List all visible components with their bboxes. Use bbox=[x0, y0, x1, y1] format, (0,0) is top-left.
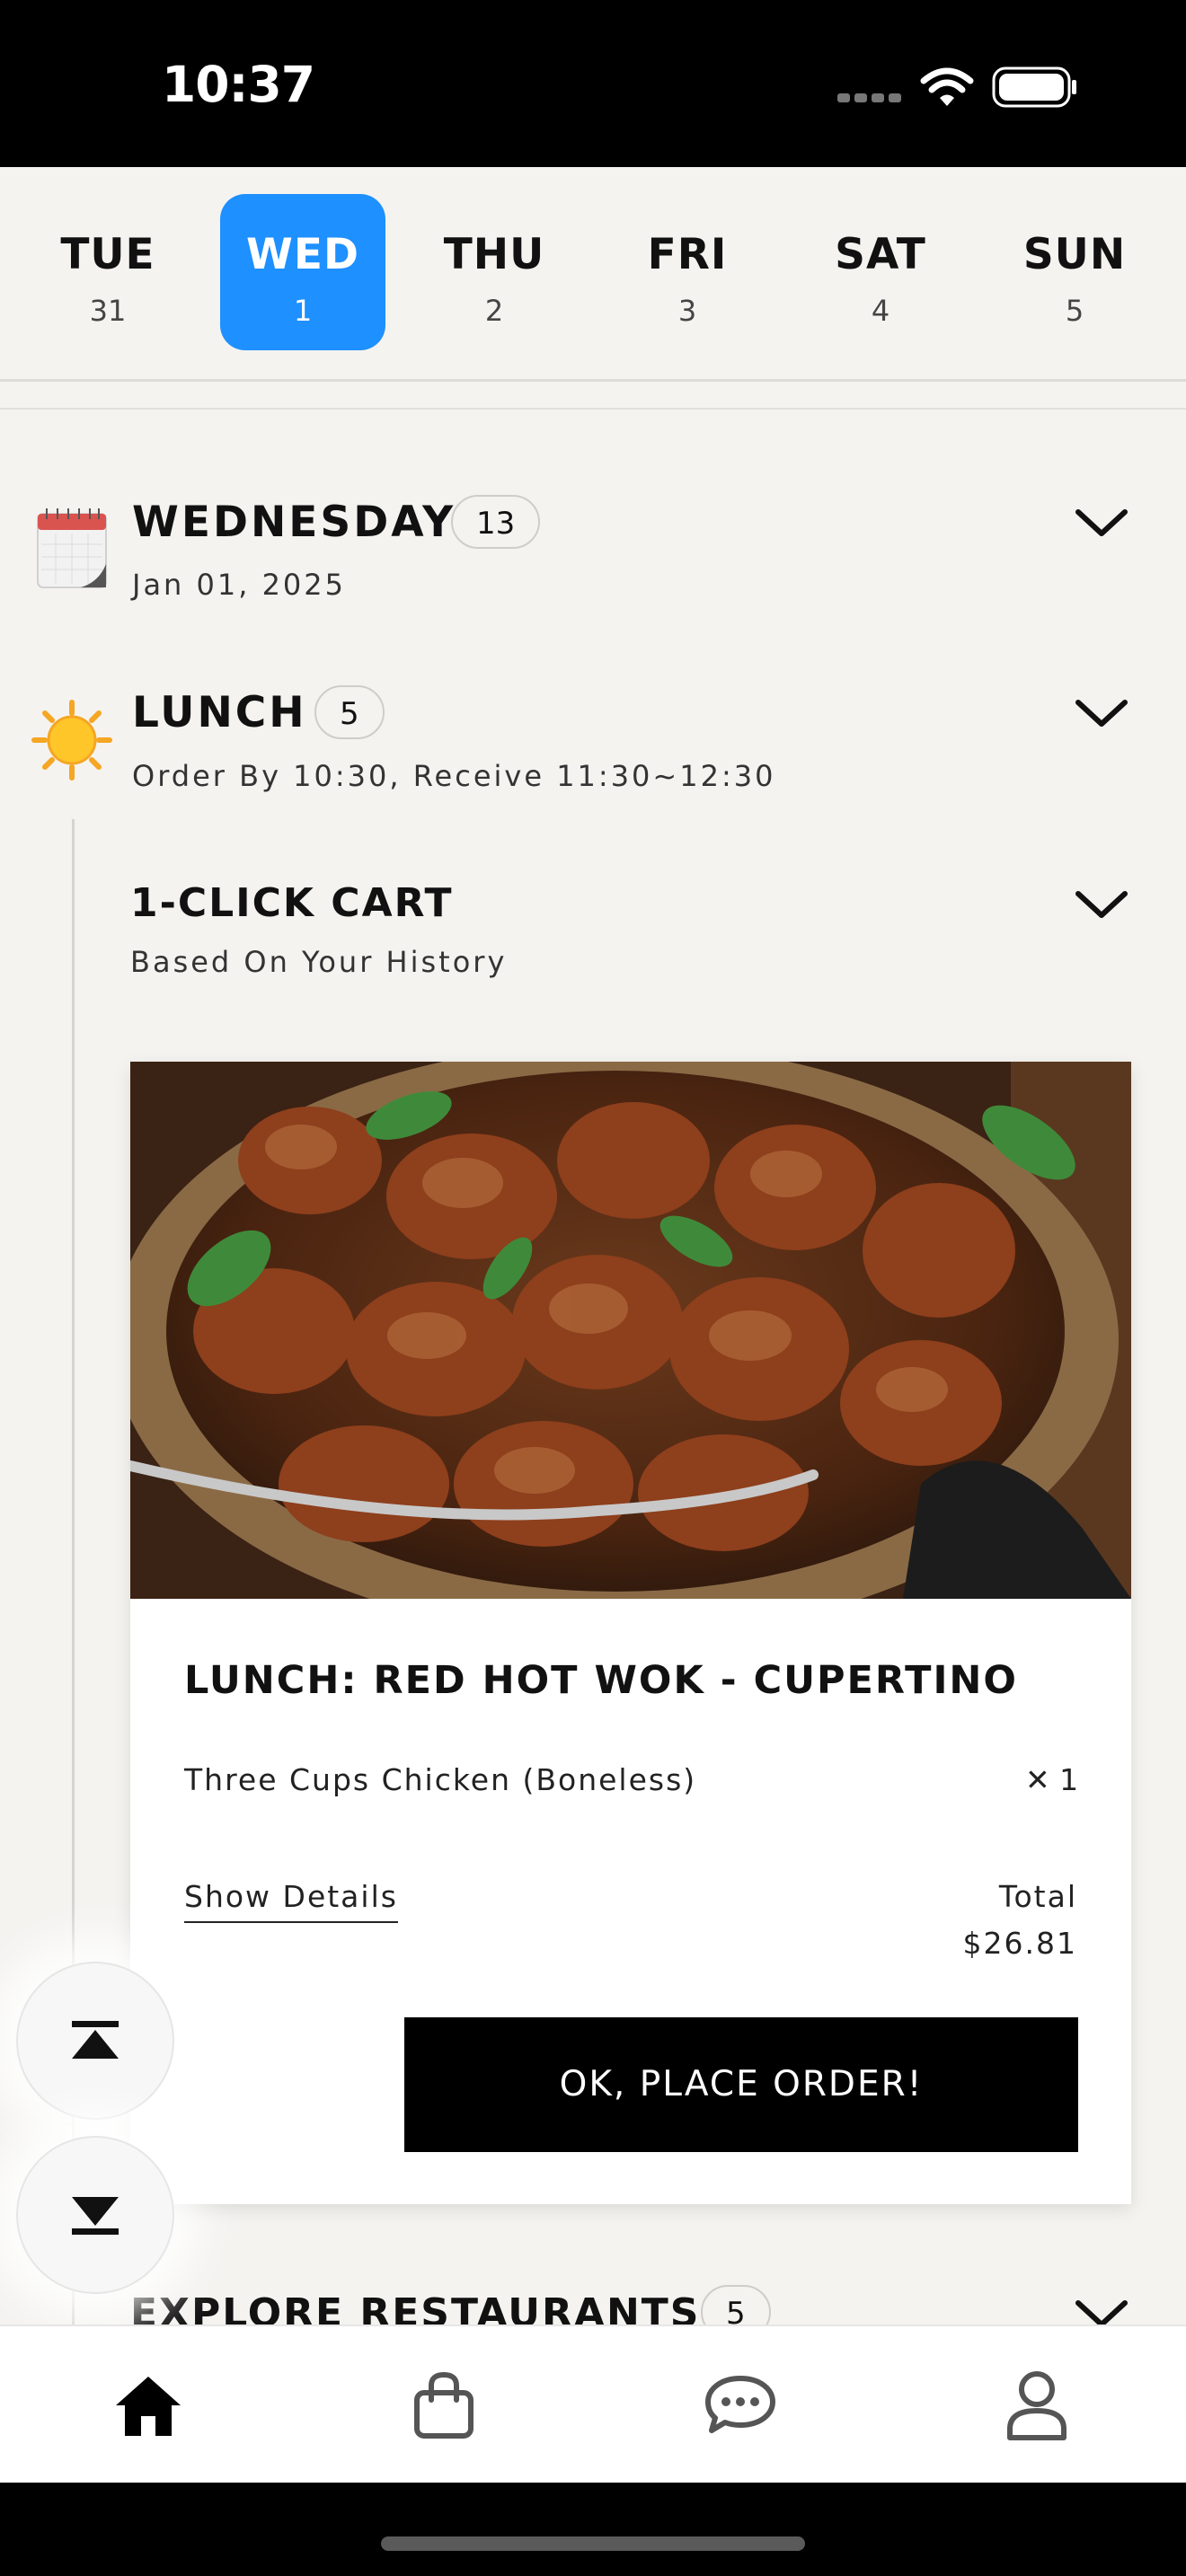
tab-chat[interactable] bbox=[697, 2362, 783, 2448]
day-selector: TUE 31 WED 1 THU 2 FRI 3 SAT 4 SUN 5 bbox=[0, 167, 1186, 382]
day-title: WEDNESDAY bbox=[132, 498, 456, 547]
meal-subtitle: Order By 10:30, Receive 11:30~12:30 bbox=[132, 759, 776, 793]
day-tab-tue[interactable]: TUE 31 bbox=[25, 194, 190, 350]
cellular-signal-icon bbox=[837, 93, 901, 102]
day-name: FRI bbox=[647, 230, 728, 279]
day-number: 4 bbox=[871, 294, 890, 328]
day-number: 1 bbox=[293, 294, 313, 328]
sun-icon bbox=[31, 700, 112, 781]
chat-icon bbox=[705, 2376, 775, 2433]
day-tab-thu[interactable]: THU 2 bbox=[412, 194, 577, 350]
scroll-to-bottom-button[interactable] bbox=[16, 2136, 174, 2294]
day-number: 3 bbox=[677, 294, 697, 328]
tab-bar bbox=[0, 2325, 1186, 2484]
cart-subtitle: Based On Your History bbox=[130, 945, 508, 979]
status-bar: 10:37 bbox=[0, 0, 1186, 167]
meal-title: LUNCH bbox=[132, 688, 307, 737]
day-number: 2 bbox=[484, 294, 504, 328]
day-tab-sun[interactable]: SUN 5 bbox=[992, 194, 1157, 350]
item-name: Three Cups Chicken (Boneless) bbox=[184, 1762, 697, 1797]
card-title: LUNCH: RED HOT WOK - CUPERTINO bbox=[184, 1658, 1018, 1703]
day-name: TUE bbox=[60, 230, 155, 279]
home-indicator-area bbox=[0, 2483, 1186, 2576]
day-name: SAT bbox=[835, 230, 926, 279]
place-order-button[interactable]: OK, PLACE ORDER! bbox=[404, 2017, 1078, 2152]
meal-count-badge: 5 bbox=[314, 685, 385, 739]
chevron-down-icon[interactable] bbox=[1075, 695, 1128, 731]
status-time: 10:37 bbox=[162, 56, 315, 113]
cart-title: 1-CLICK CART bbox=[130, 880, 454, 926]
day-name: THU bbox=[443, 230, 545, 279]
wifi-icon bbox=[920, 67, 974, 106]
day-count-badge: 13 bbox=[451, 495, 541, 549]
item-quantity: ✕ 1 bbox=[1025, 1762, 1079, 1797]
scroll-bottom-icon bbox=[72, 2197, 119, 2235]
tab-home[interactable] bbox=[105, 2362, 191, 2448]
day-tab-fri[interactable]: FRI 3 bbox=[605, 194, 770, 350]
bag-icon bbox=[414, 2371, 474, 2439]
divider bbox=[0, 381, 1186, 410]
chevron-down-icon[interactable] bbox=[1075, 887, 1128, 922]
day-tab-sat[interactable]: SAT 4 bbox=[798, 194, 963, 350]
day-tab-wed[interactable]: WED 1 bbox=[220, 194, 385, 350]
day-number: 31 bbox=[89, 294, 127, 328]
calendar-icon bbox=[37, 508, 107, 588]
tab-orders[interactable] bbox=[401, 2362, 487, 2448]
battery-icon bbox=[992, 66, 1076, 108]
total-value: $26.81 bbox=[962, 1926, 1077, 1961]
profile-icon bbox=[1007, 2371, 1067, 2440]
order-card: LUNCH: RED HOT WOK - CUPERTINO Three Cup… bbox=[130, 1062, 1131, 2204]
show-details-link[interactable]: Show Details bbox=[184, 1879, 398, 1923]
day-name: WED bbox=[246, 230, 359, 279]
day-number: 5 bbox=[1065, 294, 1084, 328]
home-indicator[interactable] bbox=[381, 2536, 805, 2551]
tab-profile[interactable] bbox=[994, 2362, 1080, 2448]
day-date: Jan 01, 2025 bbox=[132, 568, 346, 602]
scroll-top-icon bbox=[72, 2021, 119, 2059]
food-photo bbox=[130, 1062, 1131, 1599]
day-name: SUN bbox=[1022, 230, 1127, 279]
chevron-down-icon[interactable] bbox=[1075, 505, 1128, 541]
scroll-to-top-button[interactable] bbox=[16, 1962, 174, 2120]
total-label: Total bbox=[998, 1879, 1077, 1914]
home-icon bbox=[116, 2377, 181, 2436]
